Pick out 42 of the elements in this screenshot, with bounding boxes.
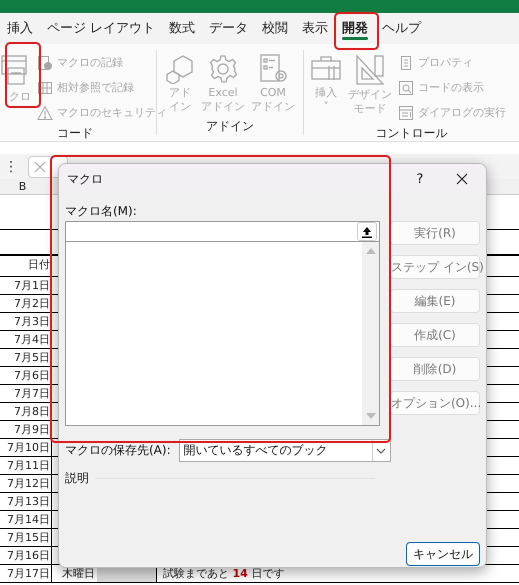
scroll-up-icon[interactable] xyxy=(366,248,376,254)
note-cell: 試験まであと 14 日です xyxy=(163,567,284,580)
header-cell: 日付 xyxy=(0,256,52,276)
cancel-button[interactable]: キャンセル xyxy=(406,542,480,566)
ribbon-tab[interactable]: 挿入 xyxy=(0,13,40,44)
record-icon xyxy=(37,54,53,70)
warning-icon xyxy=(37,104,53,120)
ribbon-tab[interactable]: ページ レイアウト xyxy=(40,13,162,44)
grid-icon xyxy=(37,80,53,96)
ribbon-tab[interactable]: ヘルプ xyxy=(375,13,428,44)
highlight-frame xyxy=(5,42,41,108)
list-gear-icon xyxy=(258,54,288,84)
group-label: コントロール xyxy=(374,125,448,142)
dialog-icon xyxy=(398,104,414,120)
gear-icon xyxy=(208,54,238,84)
ribbon-tab[interactable]: 表示 xyxy=(295,13,336,44)
close-icon[interactable] xyxy=(456,173,468,185)
upload-icon[interactable] xyxy=(357,222,377,241)
highlight-frame xyxy=(334,12,379,50)
location-dropdown[interactable]: 開いているすべてのブック xyxy=(178,439,391,462)
hexagon-icon xyxy=(165,54,195,84)
field-label: マクロ名(M): xyxy=(65,203,138,220)
field-label: マクロの保存先(A): xyxy=(65,442,171,459)
menu-icon[interactable]: ⋮ xyxy=(4,158,18,174)
properties-icon xyxy=(398,54,414,70)
scrollbar[interactable] xyxy=(362,242,379,425)
section-label: 説明 xyxy=(65,470,89,487)
ribbon-tab[interactable]: 数式 xyxy=(162,13,202,44)
group-label: コード xyxy=(56,125,94,142)
macro-name-field[interactable] xyxy=(65,221,380,242)
ribbon-tab[interactable]: 校閲 xyxy=(255,13,296,44)
chevron-down-icon xyxy=(376,448,386,454)
day-cell: 木曜日 xyxy=(62,567,95,580)
ribbon-tab[interactable]: 開発 xyxy=(335,13,376,44)
help-button[interactable]: ? xyxy=(410,172,430,186)
ribbon-tab[interactable]: データ xyxy=(202,13,256,44)
scroll-down-icon[interactable] xyxy=(366,413,376,419)
triangle-ruler-icon xyxy=(355,54,385,86)
column-header[interactable]: B xyxy=(0,179,45,194)
group-label: アドイン xyxy=(205,118,255,135)
dialog-title: マクロ xyxy=(67,170,104,188)
magnifier-icon xyxy=(398,80,414,96)
